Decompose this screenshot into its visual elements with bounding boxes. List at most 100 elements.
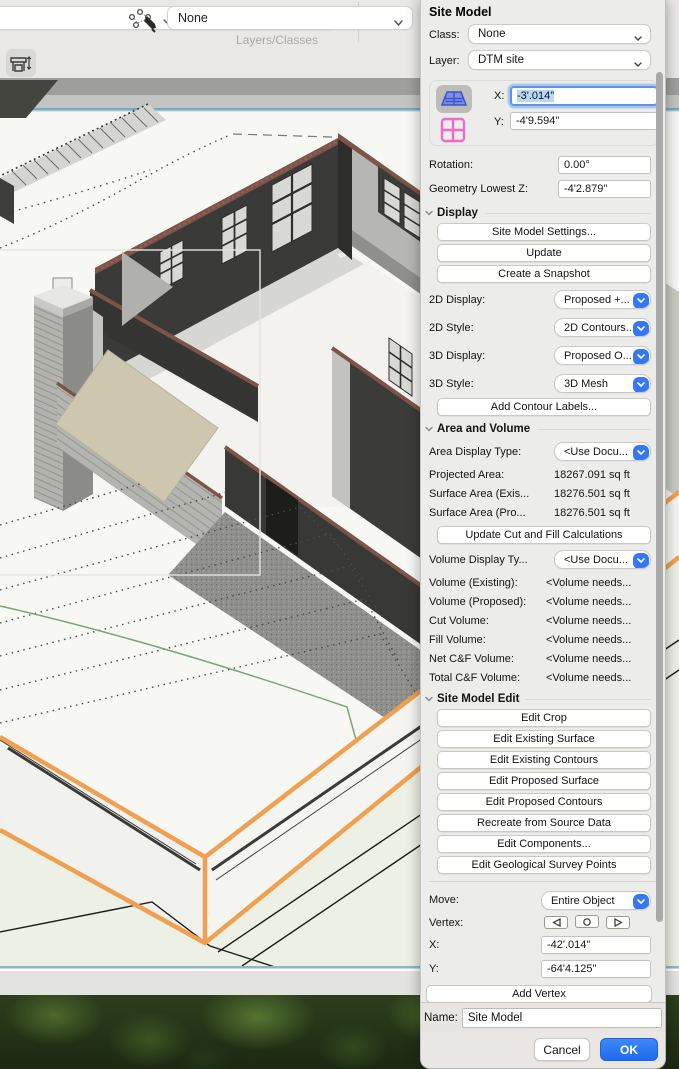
2d-style-label: 2D Style: — [429, 322, 474, 334]
move-popup[interactable]: Entire Object — [541, 891, 651, 910]
area-display-type-value: <Use Docu... — [564, 446, 628, 458]
edit-proposed-contours-button[interactable]: Edit Proposed Contours — [437, 793, 651, 811]
volume-existing-label: Volume (Existing): — [429, 577, 518, 589]
3d-display-popup[interactable]: Proposed O... — [554, 346, 651, 365]
class-label: Class: — [429, 29, 460, 41]
total-cf-volume-label: Total C&F Volume: — [429, 672, 520, 684]
class-dropdown[interactable]: None — [468, 24, 651, 44]
layer-label: Layer: — [429, 55, 460, 67]
site-model-settings-button[interactable]: Site Model Settings... — [437, 223, 651, 241]
fill-volume-value: <Volume needs... — [546, 634, 631, 646]
3d-display-value: Proposed O... — [564, 350, 632, 362]
2d-display-popup[interactable]: Proposed +... — [554, 290, 651, 309]
rotation-field[interactable]: 0.00° — [558, 156, 651, 174]
next-vertex-button[interactable] — [606, 916, 630, 929]
lowest-z-value: -4'2.879" — [564, 183, 607, 195]
position-group: X: -3'.014" Y: -4'9.594" — [429, 80, 659, 146]
select-vertex-button[interactable] — [575, 915, 599, 928]
unfold-structure-tool-button[interactable] — [6, 49, 36, 77]
3d-display-label: 3D Display: — [429, 350, 485, 362]
edit-components-button[interactable]: Edit Components... — [437, 835, 651, 853]
section-area-volume-title: Area and Volume — [437, 423, 530, 435]
y-coordinate-field[interactable]: -4'9.594" — [510, 112, 658, 130]
dialog-content: Site Model Class: None Layer: DTM site — [421, 0, 665, 1002]
section-rule — [485, 213, 651, 214]
3d-style-label: 3D Style: — [429, 378, 474, 390]
vertex-x-field[interactable]: -42'.014" — [541, 936, 651, 954]
dialog-footer: Name: Cancel OK — [421, 1002, 665, 1068]
recreate-from-source-data-button[interactable]: Recreate from Source Data — [437, 814, 651, 832]
rotation-label: Rotation: — [429, 159, 473, 171]
x-label: X: — [494, 90, 504, 102]
section-display[interactable]: Display — [421, 203, 665, 223]
lowest-z-field[interactable]: -4'2.879" — [558, 180, 651, 198]
x-coordinate-field[interactable]: -3'.014" — [510, 86, 658, 106]
x-value-selected: -3'.014" — [517, 90, 554, 102]
y-label: Y: — [494, 116, 504, 128]
update-button[interactable]: Update — [437, 244, 651, 262]
section-rule — [537, 429, 651, 430]
site-model-dialog: Site Model Class: None Layer: DTM site — [420, 0, 666, 1069]
3d-style-popup[interactable]: 3D Mesh — [554, 374, 651, 393]
popup-chevron-icon — [633, 445, 649, 461]
previous-vertex-button[interactable] — [544, 916, 568, 929]
building-section-icon — [10, 55, 32, 72]
toolbar-none-dropdown[interactable]: None — [167, 6, 413, 30]
edit-existing-surface-button[interactable]: Edit Existing Surface — [437, 730, 651, 748]
site-model-3d-icon-button[interactable] — [436, 85, 472, 113]
cancel-button[interactable]: Cancel — [534, 1038, 590, 1061]
disclosure-chevron-icon — [425, 426, 433, 432]
popup-chevron-icon — [633, 553, 649, 569]
chevron-down-icon — [634, 58, 642, 70]
2d-style-value: 2D Contours... — [564, 322, 635, 334]
surface-area-proposed-label: Surface Area (Pro... — [429, 507, 526, 519]
name-row: Name: — [421, 1002, 665, 1032]
panel-scrollbar[interactable] — [656, 72, 663, 922]
vertex-y-field[interactable]: -64'4.125" — [541, 960, 651, 978]
name-label: Name: — [424, 1012, 458, 1024]
rotation-value: 0.00° — [564, 159, 590, 171]
volume-display-type-value: <Use Docu... — [564, 554, 628, 566]
section-site-model-edit[interactable]: Site Model Edit — [421, 689, 665, 709]
edit-crop-button[interactable]: Edit Crop — [437, 709, 651, 727]
ok-button[interactable]: OK — [600, 1038, 658, 1061]
node-network-pen-icon — [127, 8, 161, 34]
vertex-y-label: Y: — [429, 963, 439, 975]
create-snapshot-button[interactable]: Create a Snapshot — [437, 265, 651, 283]
layer-dropdown[interactable]: DTM site — [468, 50, 651, 70]
net-cf-volume-value: <Volume needs... — [546, 653, 631, 665]
add-vertex-button[interactable]: Add Vertex — [426, 985, 652, 1002]
class-value: None — [478, 28, 506, 40]
dialog-title: Site Model — [421, 0, 665, 22]
vertex-x-label: X: — [429, 939, 439, 951]
add-contour-labels-button[interactable]: Add Contour Labels... — [437, 398, 651, 416]
volume-proposed-label: Volume (Proposed): — [429, 596, 526, 608]
edit-geological-survey-points-button[interactable]: Edit Geological Survey Points — [437, 856, 651, 874]
surface-area-proposed-value: 18276.501 sq ft — [554, 507, 630, 519]
2d-display-label: 2D Display: — [429, 294, 485, 306]
section-area-volume[interactable]: Area and Volume — [421, 419, 665, 439]
grid-2d-icon[interactable] — [440, 117, 466, 146]
2d-style-popup[interactable]: 2D Contours... — [554, 318, 651, 337]
disclosure-chevron-icon — [425, 696, 433, 702]
volume-existing-value: <Volume needs... — [546, 577, 631, 589]
name-input[interactable] — [462, 1008, 662, 1028]
section-rule — [526, 699, 651, 700]
layers-classes-label: Layers/Classes — [172, 33, 382, 47]
fill-volume-label: Fill Volume: — [429, 634, 486, 646]
edit-existing-contours-button[interactable]: Edit Existing Contours — [437, 751, 651, 769]
update-cut-fill-button[interactable]: Update Cut and Fill Calculations — [437, 526, 651, 544]
disclosure-chevron-icon — [425, 210, 433, 216]
projected-area-label: Projected Area: — [429, 469, 504, 481]
volume-display-type-label: Volume Display Ty... — [429, 554, 528, 566]
popup-chevron-icon — [633, 894, 649, 910]
area-display-type-label: Area Display Type: — [429, 446, 521, 458]
area-display-type-popup[interactable]: <Use Docu... — [554, 442, 651, 461]
edit-proposed-surface-button[interactable]: Edit Proposed Surface — [437, 772, 651, 790]
volume-display-type-popup[interactable]: <Use Docu... — [554, 550, 651, 569]
surface-area-existing-value: 18276.501 sq ft — [554, 488, 630, 500]
vertex-y-value: -64'4.125" — [547, 963, 596, 975]
move-label: Move: — [429, 894, 459, 906]
popup-chevron-icon — [633, 377, 649, 393]
section-site-model-edit-title: Site Model Edit — [437, 693, 519, 705]
